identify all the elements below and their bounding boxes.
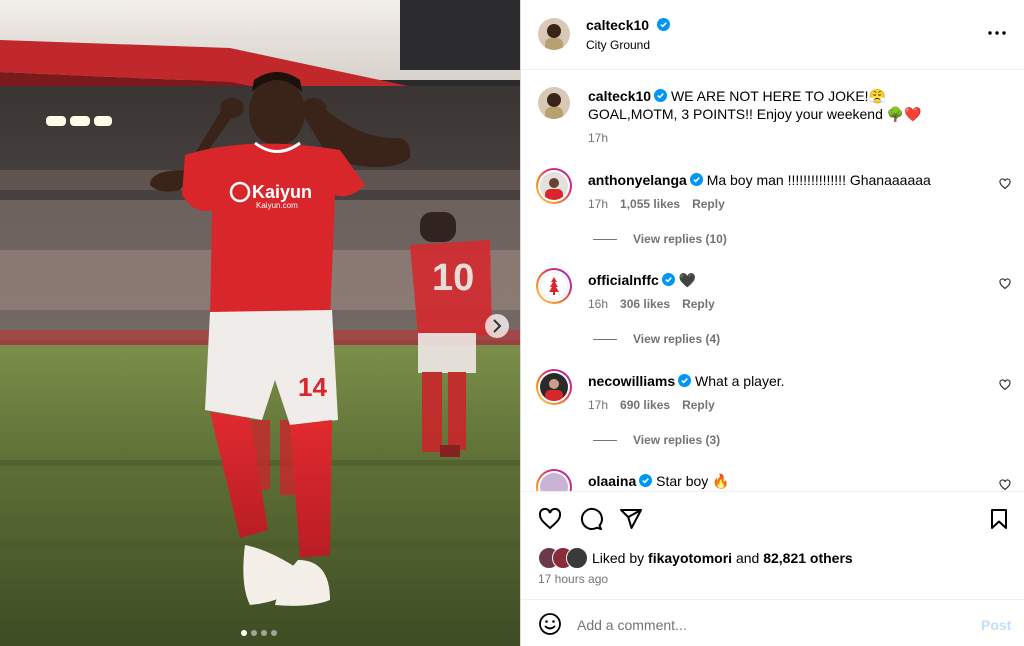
comment-text: Ma boy man !!!!!!!!!!!!!!! Ghanaaaaaa <box>706 172 931 188</box>
comment-text: 🖤 <box>678 272 697 288</box>
comment-time: 17h <box>588 197 609 211</box>
verified-badge-icon <box>656 18 670 31</box>
avatar[interactable] <box>536 268 572 304</box>
reply-button[interactable]: Reply <box>682 398 715 412</box>
view-replies-button[interactable]: View replies (3) <box>593 433 720 447</box>
view-replies-button[interactable]: View replies (10) <box>593 232 727 246</box>
liked-by-username[interactable]: fikayotomori <box>648 550 732 566</box>
like-comment-heart-icon[interactable] <box>999 278 1011 290</box>
comment-time: 16h <box>588 297 609 311</box>
comment-text: Star boy 🔥 <box>656 473 730 489</box>
back-number: 10 <box>432 257 474 299</box>
post-header: calteck10 City Ground <box>521 0 1024 70</box>
liked-by-text: Liked by fikayotomori and 82,821 others <box>592 550 853 566</box>
add-comment-bar: Post <box>521 599 1024 646</box>
post-username[interactable]: calteck10 <box>586 17 649 33</box>
view-replies-label: View replies (4) <box>633 332 721 346</box>
avatar[interactable] <box>538 18 570 50</box>
bookmark-icon[interactable] <box>987 507 1011 531</box>
post-location[interactable]: City Ground <box>586 38 650 52</box>
chevron-right-icon[interactable] <box>485 314 509 338</box>
reply-button[interactable]: Reply <box>692 197 725 211</box>
emoji-icon[interactable] <box>538 612 562 636</box>
liked-by-others[interactable]: 82,821 others <box>763 550 853 566</box>
verified-badge-icon <box>661 273 675 286</box>
comment-text: What a player. <box>695 373 785 389</box>
post-side-panel: calteck10 City Ground calteck10 WE ARE N… <box>520 0 1024 646</box>
like-comment-heart-icon[interactable] <box>999 479 1011 491</box>
post-timestamp[interactable]: 17 hours ago <box>538 572 608 586</box>
view-replies-label: View replies (3) <box>633 433 721 447</box>
like-heart-icon[interactable] <box>538 507 562 531</box>
avatar[interactable] <box>536 168 572 204</box>
verified-badge-icon <box>678 374 692 387</box>
avatar[interactable] <box>536 369 572 405</box>
caption-username[interactable]: calteck10 <box>588 88 651 104</box>
like-comment-heart-icon[interactable] <box>999 178 1011 190</box>
view-replies-button[interactable]: View replies (4) <box>593 332 720 346</box>
liked-by-prefix: Liked by <box>592 550 645 566</box>
post-media[interactable]: 10 Kaiyun Kaiyun.com 14 <box>0 0 520 646</box>
comment-username[interactable]: necowilliams <box>588 373 675 389</box>
liked-by-avatars[interactable] <box>538 547 590 569</box>
add-comment-input[interactable] <box>575 613 959 637</box>
jersey-sponsor-url: Kaiyun.com <box>256 201 298 210</box>
verified-badge-icon <box>639 474 653 487</box>
comment-likes[interactable]: 306 likes <box>620 297 670 311</box>
comment-username[interactable]: anthonyelanga <box>588 172 687 188</box>
post-photo: 10 Kaiyun Kaiyun.com 14 <box>0 0 520 646</box>
comment-time: 17h <box>588 398 609 412</box>
avatar[interactable] <box>536 469 572 491</box>
comment-likes[interactable]: 690 likes <box>620 398 670 412</box>
verified-badge-icon <box>654 89 668 102</box>
comments-section[interactable]: calteck10 WE ARE NOT HERE TO JOKE!😤 GOAL… <box>521 71 1024 491</box>
comment-username[interactable]: olaaina <box>588 473 636 489</box>
caption-time: 17h <box>588 131 609 145</box>
like-comment-heart-icon[interactable] <box>999 379 1011 391</box>
shirt-number: 14 <box>298 372 327 402</box>
avatar[interactable] <box>538 87 570 119</box>
jersey-sponsor: Kaiyun <box>252 182 312 202</box>
post-actions: Liked by fikayotomori and 82,821 others … <box>521 491 1024 599</box>
comment-bubble-icon[interactable] <box>579 507 603 531</box>
reply-button[interactable]: Reply <box>682 297 715 311</box>
carousel-dots <box>238 628 282 638</box>
post-comment-button[interactable]: Post <box>981 617 1011 633</box>
more-options-icon[interactable] <box>987 26 1007 40</box>
verified-badge-icon <box>689 173 703 186</box>
liked-by-and: and <box>735 550 760 566</box>
share-send-icon[interactable] <box>619 507 643 531</box>
view-replies-label: View replies (10) <box>633 232 727 246</box>
comment-likes[interactable]: 1,055 likes <box>620 197 680 211</box>
comment-username[interactable]: officialnffc <box>588 272 659 288</box>
